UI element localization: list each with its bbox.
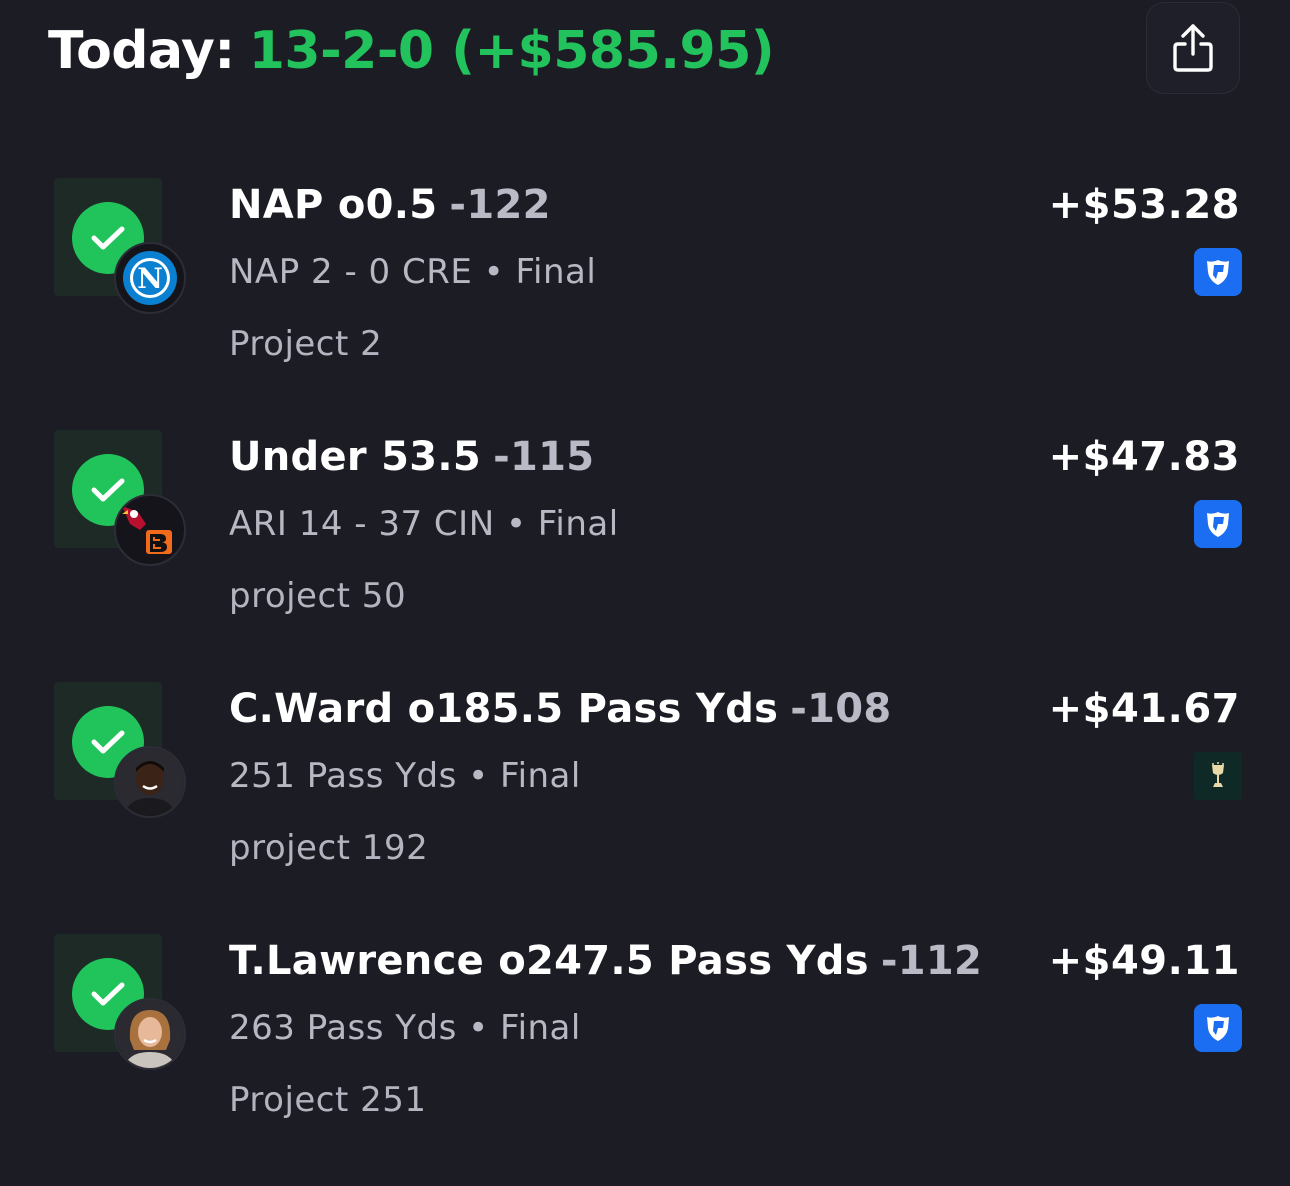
bet-payout: +$53.28 <box>1048 182 1240 228</box>
bet-title: T.Lawrence o247.5 Pass Yds -112 <box>229 938 982 984</box>
bet-card[interactable]: T.Lawrence o247.5 Pass Yds -112 263 Pass … <box>0 934 1290 1164</box>
fanduel-icon <box>1194 1004 1242 1052</box>
summary-label: Today: <box>48 21 235 81</box>
bet-title: C.Ward o185.5 Pass Yds -108 <box>229 686 892 732</box>
cardinals-bengals-logo-icon <box>114 494 186 566</box>
bet-selection: T.Lawrence o247.5 Pass Yds <box>229 938 869 984</box>
player-avatar-icon <box>114 746 186 818</box>
svg-text:N: N <box>137 262 163 295</box>
bet-selection: NAP o0.5 <box>229 182 438 228</box>
bet-note: project 50 <box>229 576 407 616</box>
player-avatar-icon <box>114 998 186 1070</box>
bet-result: 263 Pass Yds • Final <box>229 1008 581 1048</box>
bet-payout: +$49.11 <box>1048 938 1240 984</box>
bet-note: project 192 <box>229 828 429 868</box>
bet-odds: -108 <box>790 686 892 732</box>
bet-note: Project 2 <box>229 324 383 364</box>
bet-card[interactable]: C.Ward o185.5 Pass Yds -108 251 Pass Yds … <box>0 682 1290 912</box>
bet-odds: -122 <box>449 182 551 228</box>
bet-result: NAP 2 - 0 CRE • Final <box>229 252 597 292</box>
bet-card[interactable]: Under 53.5 -115 ARI 14 - 37 CIN • Final p… <box>0 430 1290 660</box>
bet-selection: C.Ward o185.5 Pass Yds <box>229 686 779 732</box>
bet-result: ARI 14 - 37 CIN • Final <box>229 504 619 544</box>
bet-note: Project 251 <box>229 1080 427 1120</box>
bet-result: 251 Pass Yds • Final <box>229 756 581 796</box>
goblet-sportsbook-icon <box>1194 752 1242 800</box>
napoli-logo-icon: N <box>114 242 186 314</box>
fanduel-icon <box>1194 500 1242 548</box>
bet-title: Under 53.5 -115 <box>229 434 594 480</box>
bet-payout: +$47.83 <box>1048 434 1240 480</box>
share-button[interactable] <box>1146 2 1240 94</box>
fanduel-icon <box>1194 248 1242 296</box>
bet-odds: -115 <box>493 434 595 480</box>
bet-title: NAP o0.5 -122 <box>229 182 551 228</box>
bet-card[interactable]: N NAP o0.5 -122 NAP 2 - 0 CRE • Final Pro… <box>0 178 1290 408</box>
summary-record: 13-2-0 (+$585.95) <box>248 21 775 81</box>
daily-summary-header: Today: 13-2-0 (+$585.95) <box>48 14 775 88</box>
share-icon <box>1173 24 1213 72</box>
bet-odds: -112 <box>880 938 983 984</box>
bet-selection: Under 53.5 <box>229 434 482 480</box>
bet-payout: +$41.67 <box>1048 686 1240 732</box>
